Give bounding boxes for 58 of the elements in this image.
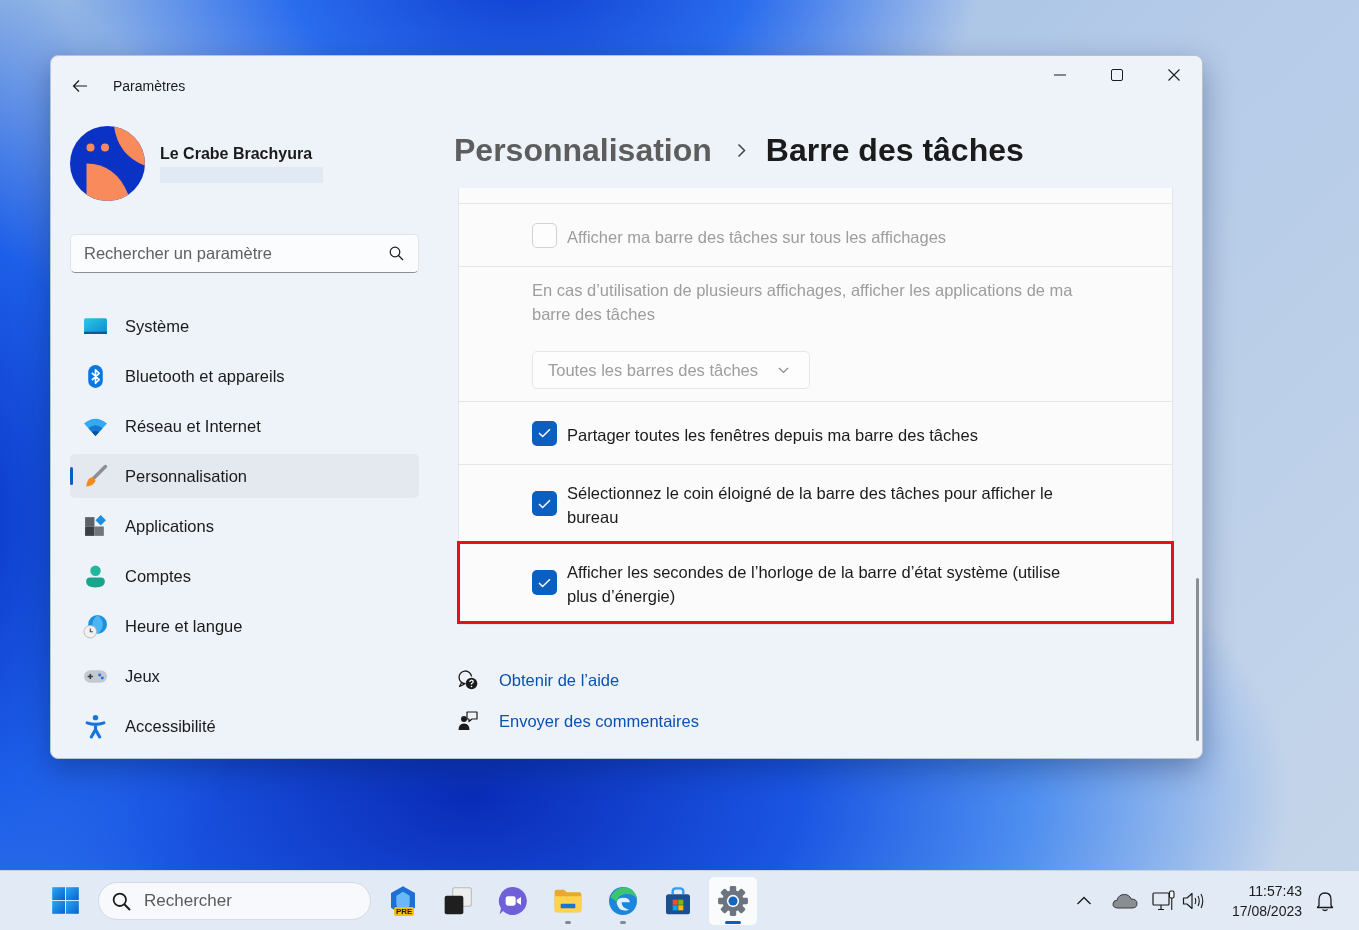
checkmark-icon <box>538 498 551 509</box>
maximize-icon <box>1110 69 1123 81</box>
paintbrush-icon <box>83 463 108 489</box>
preview-badge: PRE <box>394 906 415 916</box>
cloud-icon[interactable] <box>1111 892 1138 909</box>
clock-time[interactable]: 11:57:43 <box>1248 880 1302 901</box>
checkbox-label: Afficher les secondes de l’horloge de la barre d’état système (utilise plus d’énergie) <box>567 562 1062 607</box>
nav-item[interactable]: Applications <box>70 504 419 548</box>
accessibility-figure-icon <box>83 713 108 739</box>
feedback-person-icon <box>458 711 478 731</box>
checkbox[interactable] <box>532 570 557 595</box>
help-chat-icon <box>458 670 478 690</box>
nav-item[interactable]: Heure et langue <box>70 604 419 648</box>
nav-item[interactable]: Accessibilité <box>70 704 419 748</box>
nav-item[interactable]: Personnalisation <box>70 454 419 498</box>
checkbox-label: Partager toutes les fenêtres depuis ma barre des tâches <box>567 424 978 446</box>
chevron-right-icon <box>736 142 746 158</box>
selection-indicator <box>70 467 73 485</box>
search-icon <box>389 246 404 261</box>
notification-bell-icon[interactable] <box>1314 889 1336 912</box>
checkbox[interactable] <box>532 491 557 516</box>
taskbar-search-field[interactable]: Rechercher <box>98 881 371 920</box>
monitor-plug-icon[interactable] <box>1151 889 1176 912</box>
feedback-link[interactable]: Envoyer des commentaires <box>499 711 699 731</box>
profile-name: Le Crabe Brachyura <box>160 144 314 164</box>
scrollbar-thumb[interactable] <box>1196 578 1199 741</box>
video-chat-icon <box>497 884 529 917</box>
taskbar-app-button[interactable]: PRE <box>379 876 427 925</box>
breadcrumb-parent[interactable]: Personnalisation <box>454 130 712 170</box>
four-squares-icon <box>50 886 80 915</box>
speaker-icon[interactable] <box>1181 891 1204 910</box>
gear-icon <box>717 884 749 917</box>
checkmark-icon <box>538 577 551 588</box>
nav-item[interactable]: Comptes <box>70 554 419 598</box>
window-title: Paramètres <box>113 78 186 94</box>
clock-date[interactable]: 17/08/2023 <box>1231 900 1302 921</box>
back-arrow-icon <box>72 79 88 93</box>
nav-item[interactable]: Système <box>70 304 419 348</box>
setting-description: En cas d’utilisation de plusieurs affichages, afficher les applications de ma barre des tâches <box>532 280 1074 325</box>
chevron-up-icon[interactable] <box>1075 896 1092 905</box>
checkmark-icon <box>538 428 551 438</box>
help-link[interactable]: Obtenir de l’aide <box>499 670 620 690</box>
nav-item[interactable]: Jeux <box>70 654 419 698</box>
app-tiles-icon <box>83 513 108 539</box>
close-icon <box>1167 69 1180 81</box>
wave-logo-icon <box>607 884 639 917</box>
checkbox-label: Sélectionnez le coin éloigné de la barre des tâches pour afficher le bureau <box>567 483 1054 528</box>
overlapping-windows-icon <box>442 884 474 917</box>
search-icon <box>112 891 131 911</box>
chevron-down-icon <box>778 366 789 374</box>
checkbox-label: Afficher ma barre des tâches sur tous les affichages <box>567 226 947 248</box>
nav-item[interactable]: Réseau et Internet <box>70 404 419 448</box>
person-icon <box>83 563 108 589</box>
checkbox[interactable] <box>532 420 557 446</box>
globe-clock-icon <box>83 613 108 639</box>
search-field[interactable]: Rechercher un paramètre <box>70 234 419 273</box>
nav-item[interactable]: Bluetooth et appareils <box>70 354 419 398</box>
page-title: Barre des tâches <box>765 131 1024 170</box>
